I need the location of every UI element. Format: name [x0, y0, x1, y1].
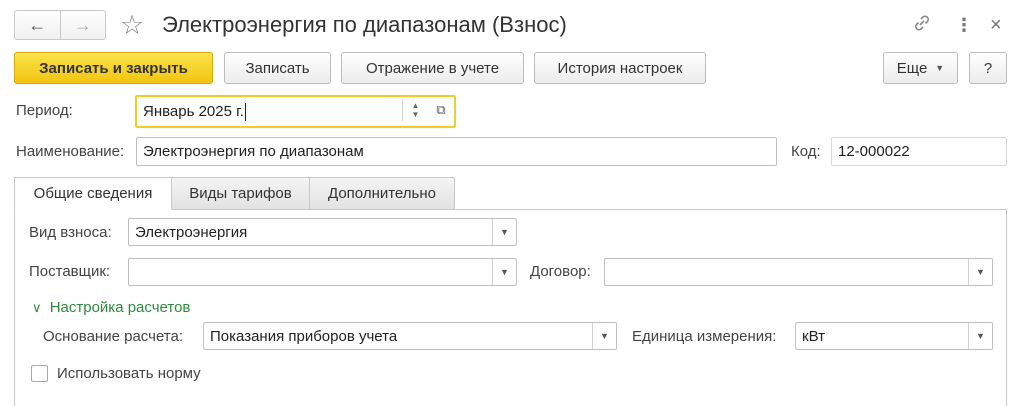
period-spinner[interactable]: ▲ ▼: [402, 99, 428, 121]
chevron-down-icon[interactable]: ▼: [968, 259, 992, 285]
text-cursor: [244, 102, 246, 121]
save-and-close-button[interactable]: Записать и закрыть: [14, 52, 213, 84]
chevron-down-icon[interactable]: ▼: [492, 259, 516, 285]
period-field[interactable]: Январь 2025 г. ▲ ▼ ⧉: [135, 95, 456, 128]
help-button[interactable]: ?: [969, 52, 1007, 84]
chevron-down-icon: ∨: [32, 300, 42, 315]
calc-basis-select[interactable]: Показания приборов учета ▼: [203, 322, 617, 350]
unit-label: Единица измерения:: [632, 328, 777, 345]
accounting-reflection-button[interactable]: Отражение в учете: [341, 52, 524, 84]
contract-select[interactable]: ▼: [604, 258, 993, 286]
name-input[interactable]: Электроэнергия по диапазонам: [136, 137, 777, 166]
save-button[interactable]: Записать: [224, 52, 331, 84]
use-norm-checkbox[interactable]: [31, 365, 48, 382]
close-icon[interactable]: ×: [990, 12, 1002, 38]
calc-basis-value: Показания приборов учета: [210, 327, 398, 345]
spin-up-icon[interactable]: ▲: [412, 101, 420, 110]
supplier-label: Поставщик:: [29, 263, 111, 280]
calc-settings-group[interactable]: ∨ Настройка расчетов: [32, 298, 190, 318]
forward-icon[interactable]: →: [59, 11, 106, 39]
tab-tariff-types[interactable]: Виды тарифов: [171, 177, 310, 210]
calc-basis-label: Основание расчета:: [43, 328, 183, 345]
window-title: Электроэнергия по диапазонам (Взнос): [162, 12, 567, 37]
chevron-down-icon: ▼: [935, 63, 945, 73]
open-icon[interactable]: ⧉: [430, 99, 452, 121]
tab-general[interactable]: Общие сведения: [14, 177, 172, 210]
use-norm-label: Использовать норму: [57, 365, 201, 382]
unit-select[interactable]: кВт ▼: [795, 322, 993, 350]
period-value: Январь 2025 г.: [143, 103, 244, 120]
period-label: Период:: [16, 102, 73, 119]
name-label: Наименование:: [16, 143, 125, 160]
chevron-down-icon[interactable]: ▼: [592, 323, 616, 349]
code-label: Код:: [791, 143, 821, 160]
favorite-star-icon[interactable]: ☆: [120, 10, 144, 40]
calc-settings-title: Настройка расчетов: [49, 299, 191, 316]
link-icon-svg: [915, 15, 929, 31]
back-icon[interactable]: ←: [15, 11, 60, 39]
fee-type-value: Электроэнергия: [135, 223, 248, 241]
fee-type-select[interactable]: Электроэнергия ▼: [128, 218, 517, 246]
navigation-buttons: ← →: [14, 10, 106, 40]
supplier-select[interactable]: ▼: [128, 258, 517, 286]
chevron-down-icon[interactable]: ▼: [968, 323, 992, 349]
chevron-down-icon[interactable]: ▼: [492, 219, 516, 245]
code-input[interactable]: 12-000022: [831, 137, 1007, 166]
contract-label: Договор:: [530, 263, 591, 280]
settings-history-button[interactable]: История настроек: [534, 52, 706, 84]
tab-additional[interactable]: Дополнительно: [309, 177, 455, 210]
more-button[interactable]: Еще ▼: [883, 52, 958, 84]
link-icon[interactable]: [911, 12, 933, 41]
fee-type-label: Вид взноса:: [29, 224, 112, 241]
spin-down-icon[interactable]: ▼: [412, 110, 420, 119]
more-vertical-icon[interactable]: ⋮: [955, 12, 973, 38]
more-button-label: Еще: [896, 59, 928, 77]
unit-value: кВт: [802, 327, 825, 345]
